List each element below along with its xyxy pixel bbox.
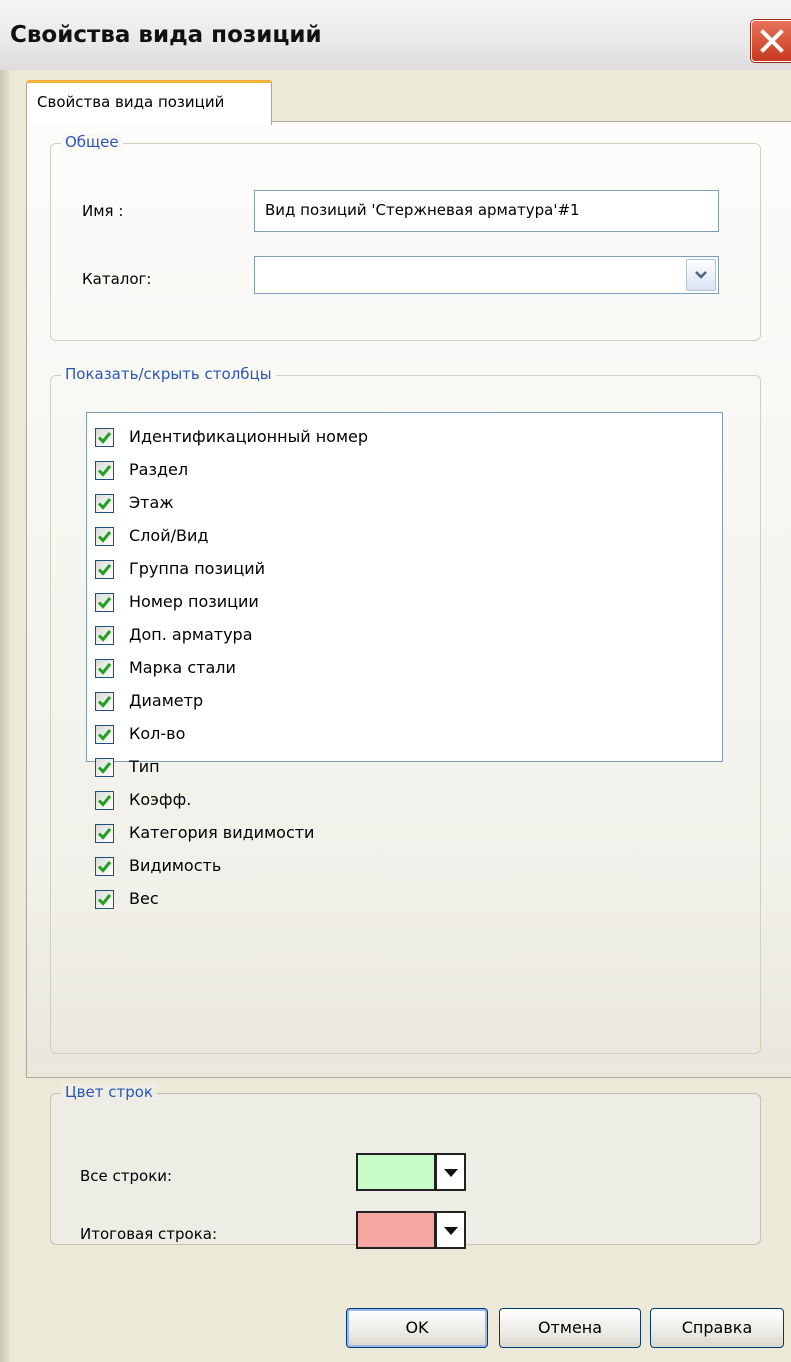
general-legend: Общее <box>61 133 123 151</box>
checkmark-icon <box>97 696 112 708</box>
close-icon <box>760 29 784 53</box>
catalog-label: Каталог: <box>82 270 152 288</box>
checkbox[interactable] <box>95 890 114 909</box>
checkmark-icon <box>97 762 112 774</box>
checkbox[interactable] <box>95 725 114 744</box>
columns-legend: Показать/скрыть столбцы <box>61 365 276 383</box>
checkmark-icon <box>97 729 112 741</box>
catalog-dropdown[interactable] <box>254 256 719 294</box>
checkmark-icon <box>97 663 112 675</box>
chevron-down-icon <box>695 271 707 279</box>
list-item-label: Доп. арматура <box>129 625 253 644</box>
checkbox[interactable] <box>95 692 114 711</box>
list-item-label: Марка стали <box>129 658 236 677</box>
list-item-label: Слой/Вид <box>129 526 209 545</box>
all-rows-label: Все строки: <box>80 1167 173 1185</box>
total-row-label: Итоговая строка: <box>80 1225 218 1243</box>
checkbox[interactable] <box>95 791 114 810</box>
row-colors-legend: Цвет строк <box>61 1083 157 1101</box>
help-button[interactable]: Справка <box>650 1308 784 1348</box>
list-item-label: Раздел <box>129 460 189 479</box>
list-item-label: Этаж <box>129 493 174 512</box>
name-label: Имя : <box>82 202 124 220</box>
list-item-label: Идентификационный номер <box>129 427 369 446</box>
total-row-color-picker[interactable] <box>356 1211 466 1249</box>
total-row-color-dropdown[interactable] <box>436 1211 466 1249</box>
list-item-label: Кол-во <box>129 724 186 743</box>
all-rows-color-swatch <box>356 1153 436 1191</box>
tab-label: Свойства вида позиций <box>37 93 225 111</box>
all-rows-color-dropdown[interactable] <box>436 1153 466 1191</box>
checkbox[interactable] <box>95 857 114 876</box>
cancel-button[interactable]: Отмена <box>499 1308 641 1348</box>
checkbox[interactable] <box>95 428 114 447</box>
list-item-label: Номер позиции <box>129 592 259 611</box>
checkbox[interactable] <box>95 659 114 678</box>
checkbox[interactable] <box>95 461 114 480</box>
checkmark-icon <box>97 531 112 543</box>
window-title: Свойства вида позиций <box>10 22 322 48</box>
list-item-label: Коэфф. <box>129 790 192 809</box>
list-item-label: Тип <box>129 757 160 776</box>
list-item-label: Диаметр <box>129 691 204 710</box>
checkmark-icon <box>97 861 112 873</box>
checkmark-icon <box>97 597 112 609</box>
all-rows-color-picker[interactable] <box>356 1153 466 1191</box>
checkbox[interactable] <box>95 758 114 777</box>
checkmark-icon <box>97 465 112 477</box>
checkmark-icon <box>97 432 112 444</box>
columns-list[interactable]: Идентификационный номер Раздел Этаж Слой… <box>86 412 723 909</box>
checkmark-icon <box>97 795 112 807</box>
catalog-dropdown-button[interactable] <box>686 259 716 291</box>
close-button[interactable] <box>751 20 791 62</box>
checkmark-icon <box>97 630 112 642</box>
checkbox[interactable] <box>95 593 114 612</box>
name-field[interactable]: Вид позиций 'Стержневая арматура'#1 <box>254 190 719 232</box>
title-bar: Свойства вида позиций <box>0 0 791 71</box>
checkbox[interactable] <box>95 824 114 843</box>
triangle-down-icon <box>444 1227 458 1235</box>
checkbox[interactable] <box>95 527 114 546</box>
list-item-label: Категория видимости <box>129 823 315 842</box>
checkmark-icon <box>97 564 112 576</box>
checkbox[interactable] <box>95 494 114 513</box>
checkmark-icon <box>97 498 112 510</box>
checkmark-icon <box>97 894 112 906</box>
list-item-label: Группа позиций <box>129 559 266 578</box>
list-item-label: Вес <box>129 889 159 908</box>
ok-button[interactable]: OK <box>346 1308 488 1348</box>
checkbox[interactable] <box>95 626 114 645</box>
tab-view-properties[interactable]: Свойства вида позиций <box>26 80 272 125</box>
window-border <box>0 70 10 1362</box>
general-group: Общее <box>50 133 761 341</box>
checkbox[interactable] <box>95 560 114 579</box>
checkmark-icon <box>97 828 112 840</box>
list-item-label: Видимость <box>129 856 222 875</box>
triangle-down-icon <box>444 1169 458 1177</box>
total-row-color-swatch <box>356 1211 436 1249</box>
